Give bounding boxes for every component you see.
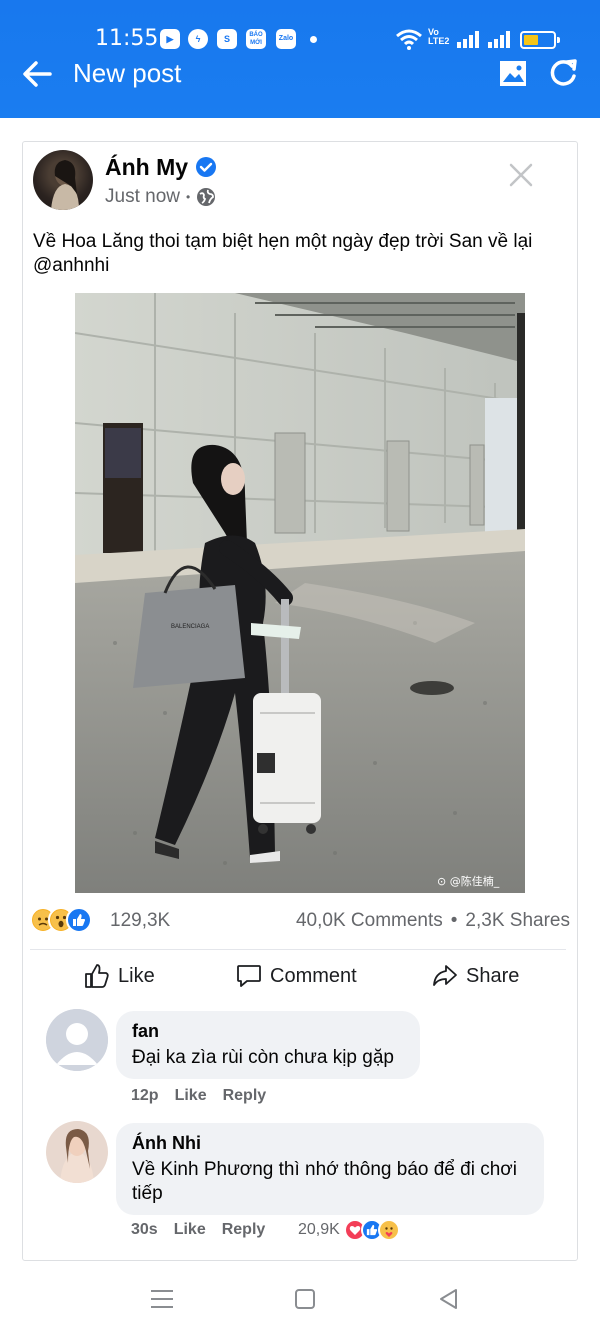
divider	[30, 949, 566, 950]
clock: 11:55	[95, 26, 159, 51]
comment-reaction-count: 20,9K	[298, 1221, 340, 1238]
home-square-icon[interactable]	[290, 1284, 320, 1314]
notification-dot	[310, 36, 317, 43]
reactions-summary[interactable]: 129,3K 40,0K Comments • 2,3K Shares	[30, 907, 570, 937]
comment-reactions[interactable]: 20,9K	[298, 1219, 400, 1241]
news-icon: BÁO MỚI	[246, 29, 266, 49]
photo-gallery-icon[interactable]	[499, 58, 529, 88]
share-label: Share	[466, 964, 520, 987]
signal-icon	[488, 31, 510, 48]
comment-meta: 12p Like Reply	[131, 1087, 266, 1105]
care-reaction-icon	[377, 1219, 400, 1241]
signal-icon	[457, 31, 479, 48]
commenter-name[interactable]: Ánh Nhi	[132, 1133, 528, 1154]
reaction-count: 129,3K	[110, 910, 171, 931]
separator-dot: •	[450, 910, 458, 931]
comment-like-link[interactable]: Like	[174, 1221, 206, 1239]
comment-reply-link[interactable]: Reply	[223, 1087, 267, 1105]
comment-text: Đại ka zìa rùi còn chưa kịp gặp	[132, 1047, 394, 1068]
like-label: Like	[118, 964, 155, 987]
media-icon: ▶	[160, 29, 180, 49]
comment-meta: 30s Like Reply	[131, 1221, 265, 1239]
shares-count[interactable]: 2,3K Shares	[465, 910, 570, 932]
commenter-avatar[interactable]	[46, 1121, 108, 1183]
comment-bubble[interactable]: Ánh Nhi Về Kinh Phương thì nhớ thông báo…	[116, 1123, 544, 1215]
comment-like-link[interactable]: Like	[175, 1087, 207, 1105]
menu-icon[interactable]	[147, 1284, 177, 1314]
comment-icon	[237, 965, 261, 987]
top-bar: 11:55 ▶ ϟ S BÁO MỚI Zalo Vo LTE2 New pos…	[0, 0, 600, 118]
comment-time: 12p	[131, 1087, 159, 1104]
reaction-icons	[30, 907, 92, 933]
shop-icon: S	[217, 29, 237, 49]
share-icon	[433, 965, 457, 986]
like-reaction-icon	[66, 907, 92, 933]
refresh-icon[interactable]	[548, 58, 580, 88]
volte-indicator: Vo LTE2	[428, 27, 450, 46]
post-stats: 40,0K Comments • 2,3K Shares	[296, 910, 570, 932]
page-title: New post	[73, 58, 182, 88]
comment-bubble[interactable]: fan Đại ka zìa rùi còn chưa kịp gặp	[116, 1011, 420, 1079]
comment-reply-link[interactable]: Reply	[222, 1221, 266, 1239]
system-nav-bar	[0, 1266, 600, 1333]
comment-text: Về Kinh Phương thì nhớ thông báo để đi c…	[132, 1159, 517, 1204]
like-button[interactable]: Like	[84, 963, 155, 989]
commenter-avatar[interactable]	[46, 1009, 108, 1071]
wifi-icon	[396, 29, 422, 50]
app-bar: New post	[0, 54, 600, 94]
battery-icon	[520, 31, 560, 49]
comment-button[interactable]: Comment	[236, 963, 357, 989]
messenger-icon: ϟ	[188, 29, 208, 49]
share-button[interactable]: Share	[432, 963, 519, 989]
comment-label: Comment	[270, 964, 357, 987]
post-actions: Like Comment Share	[22, 963, 578, 1003]
comments-count[interactable]: 40,0K Comments	[296, 910, 443, 932]
zalo-icon: Zalo	[276, 29, 296, 49]
back-triangle-icon[interactable]	[434, 1284, 464, 1314]
thumbs-up-icon	[85, 964, 109, 988]
comment-time: 30s	[131, 1221, 158, 1238]
commenter-name[interactable]: fan	[132, 1021, 404, 1042]
back-arrow-icon[interactable]	[20, 54, 54, 94]
